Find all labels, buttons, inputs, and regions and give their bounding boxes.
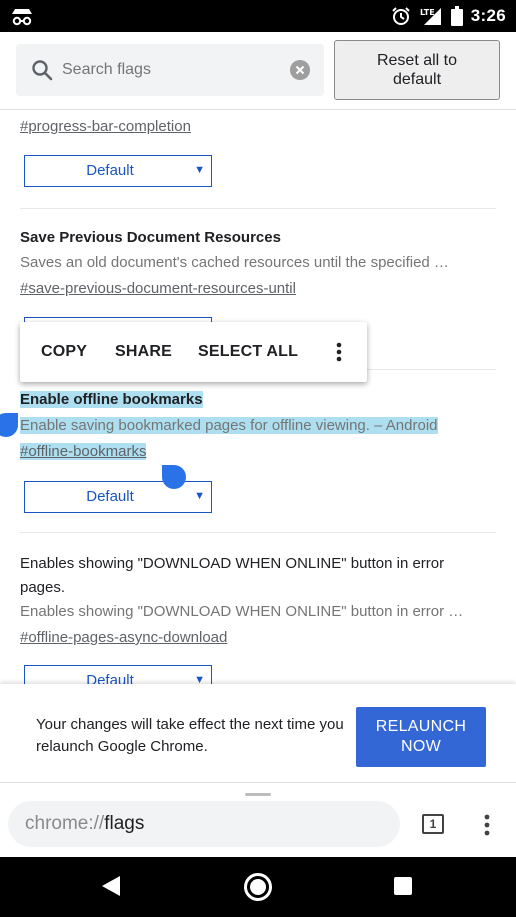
signal-icon: LTE xyxy=(420,8,441,25)
flag-item: #progress-bar-completion Default ▼ xyxy=(20,117,496,187)
status-time: 3:26 xyxy=(470,6,506,25)
flags-list: #progress-bar-completion Default ▼ Save … xyxy=(0,110,516,684)
divider xyxy=(20,532,496,533)
flag-item: Enable offline bookmarks Enable saving b… xyxy=(20,390,496,513)
flag-title: Enable offline bookmarks xyxy=(20,391,203,408)
flag-select-value: Default xyxy=(86,162,134,179)
search-input[interactable] xyxy=(62,44,282,96)
tab-switcher-button[interactable]: 1 xyxy=(422,814,444,834)
dropdown-arrow-icon: ▼ xyxy=(194,490,205,502)
url-scheme: chrome:// xyxy=(25,813,105,834)
flag-description: Enable saving bookmarked pages for offli… xyxy=(20,417,438,434)
recents-icon[interactable] xyxy=(394,877,412,895)
status-bar: LTE 3:26 xyxy=(0,0,516,32)
search-box[interactable] xyxy=(16,44,324,96)
flag-title: Save Previous Document Resources xyxy=(20,229,281,246)
selection-end-handle[interactable] xyxy=(162,465,186,489)
dropdown-arrow-icon: ▼ xyxy=(194,674,205,684)
flag-select[interactable]: Default ▼ xyxy=(24,155,212,187)
divider xyxy=(20,208,496,209)
text-selection-menu: COPY SHARE SELECT ALL xyxy=(20,322,367,382)
more-options-icon[interactable] xyxy=(334,340,344,364)
flag-link[interactable]: #offline-bookmarks xyxy=(20,443,147,460)
toolbar-drag-handle[interactable] xyxy=(245,793,271,796)
relaunch-now-button[interactable]: RELAUNCH NOW xyxy=(356,707,486,767)
flag-select-value: Default xyxy=(86,672,134,684)
flag-description: Saves an old document's cached resources… xyxy=(20,254,449,271)
dropdown-arrow-icon: ▼ xyxy=(194,164,205,176)
back-icon[interactable] xyxy=(100,874,122,898)
relaunch-message: Your changes will take effect the next t… xyxy=(36,716,344,755)
battery-icon xyxy=(450,6,463,26)
svg-text:LTE: LTE xyxy=(420,8,435,17)
bottom-toolbar: chrome://flags 1 xyxy=(0,782,516,857)
flag-select[interactable]: Default ▼ xyxy=(24,665,212,684)
flag-select[interactable]: Default ▼ xyxy=(24,481,212,513)
reset-all-button[interactable]: Reset all to default xyxy=(334,40,500,100)
chrome-menu-icon[interactable] xyxy=(481,813,493,837)
select-all-menu-item[interactable]: SELECT ALL xyxy=(198,343,298,361)
copy-menu-item[interactable]: COPY xyxy=(41,343,87,361)
flag-item: Save Previous Document Resources Saves a… xyxy=(20,228,496,349)
relaunch-banner: Your changes will take effect the next t… xyxy=(0,684,516,782)
flag-link[interactable]: #save-previous-document-resources-until xyxy=(20,279,496,299)
flag-select-value: Default xyxy=(86,488,134,505)
url-bar[interactable]: chrome://flags xyxy=(8,801,400,847)
flag-link[interactable]: #offline-pages-async-download xyxy=(20,628,496,648)
incognito-icon xyxy=(12,9,32,26)
share-menu-item[interactable]: SHARE xyxy=(115,343,172,361)
url-host: flags xyxy=(104,813,145,834)
flag-description: Enables showing "DOWNLOAD WHEN ONLINE" b… xyxy=(20,603,464,620)
home-icon[interactable] xyxy=(244,873,272,901)
alarm-icon xyxy=(392,7,410,25)
search-icon xyxy=(32,60,53,81)
clear-search-icon[interactable] xyxy=(290,60,310,80)
flags-header: Reset all to default xyxy=(0,32,516,110)
flag-title: Enables showing "DOWNLOAD WHEN ONLINE" b… xyxy=(20,555,445,596)
flag-item: Enables showing "DOWNLOAD WHEN ONLINE" b… xyxy=(20,552,496,684)
system-nav-bar xyxy=(0,857,516,917)
flag-link[interactable]: #progress-bar-completion xyxy=(20,117,496,137)
